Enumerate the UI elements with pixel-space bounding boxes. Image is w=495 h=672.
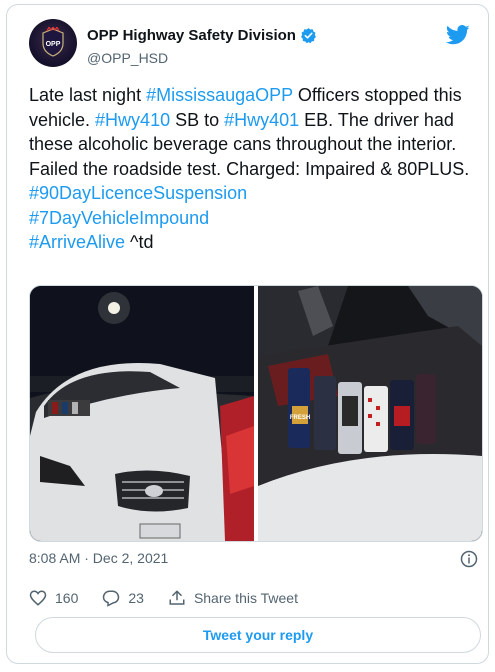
- author-display-name[interactable]: OPP Highway Safety Division: [87, 27, 296, 44]
- reply-count: 23: [128, 590, 144, 606]
- twitter-bird-icon[interactable]: [446, 25, 470, 45]
- reply-action[interactable]: 23: [102, 589, 144, 607]
- photo-vehicle-front[interactable]: [30, 286, 254, 541]
- hashtag-link[interactable]: #7DayVehicleImpound: [29, 208, 209, 228]
- tweet-your-reply-button[interactable]: Tweet your reply: [35, 617, 481, 653]
- tweet-card: OPP OPP Highway Safety Division @OPP_HSD…: [6, 4, 489, 664]
- tweet-text-segment: Late last night: [29, 85, 147, 105]
- can-brand-label: FRESH: [290, 415, 310, 421]
- hashtag-link[interactable]: #Hwy401: [224, 110, 299, 130]
- hashtag-link[interactable]: #MississaugaOPP: [146, 85, 293, 105]
- tweet-media[interactable]: FRESH: [29, 285, 483, 542]
- cans-interior-illustration: FRESH: [258, 286, 482, 541]
- opp-crest-icon: OPP: [42, 27, 64, 57]
- tweet-text-segment: ^td: [125, 232, 154, 252]
- vehicle-front-illustration: [30, 286, 254, 541]
- hashtag-link[interactable]: #90DayLicenceSuspension: [29, 183, 247, 203]
- avatar-text: OPP: [46, 41, 61, 48]
- tweet-actions: 160 23 Share this Tweet: [29, 589, 322, 607]
- like-action[interactable]: 160: [29, 589, 78, 607]
- reply-bubble-icon: [103, 590, 120, 607]
- hashtag-link[interactable]: #ArriveAlive: [29, 232, 125, 252]
- author-handle[interactable]: @OPP_HSD: [87, 50, 168, 66]
- info-icon[interactable]: [460, 550, 478, 568]
- share-icon: [169, 590, 185, 605]
- photo-vehicle-interior-cans[interactable]: FRESH: [258, 286, 482, 541]
- hashtag-link[interactable]: #Hwy410: [95, 110, 170, 130]
- tweet-body: Late last night #MississaugaOPP Officers…: [29, 83, 479, 255]
- tweet-text-segment: SB to: [170, 109, 225, 130]
- author-name-row[interactable]: OPP Highway Safety Division: [87, 27, 317, 44]
- author-avatar[interactable]: OPP: [29, 19, 77, 67]
- verified-badge-icon: [301, 28, 316, 44]
- share-action[interactable]: Share this Tweet: [168, 589, 298, 607]
- like-count: 160: [55, 590, 79, 606]
- heart-icon: [29, 590, 47, 606]
- tweet-timestamp[interactable]: 8:08 AM · Dec 2, 2021: [29, 550, 168, 566]
- share-label: Share this Tweet: [193, 590, 298, 606]
